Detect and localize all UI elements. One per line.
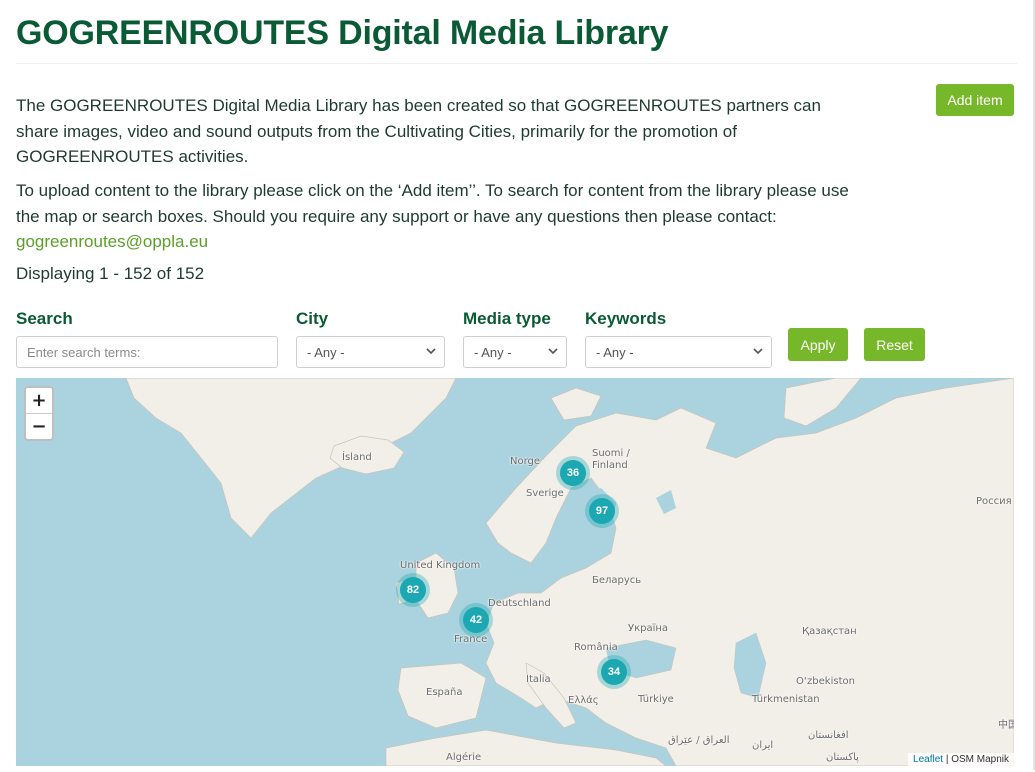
title-divider (16, 63, 1017, 64)
map-label-iran: ایران (752, 740, 774, 751)
map-label-uk: United Kingdom (400, 560, 481, 571)
map-cluster-marker[interactable]: 42 (463, 607, 489, 633)
add-item-button[interactable]: Add item (936, 84, 1014, 116)
map-label-romania: România (574, 642, 618, 653)
zoom-out-button[interactable]: − (26, 413, 52, 439)
media-type-label: Media type (463, 309, 551, 328)
map-label-belarus: Беларусь (592, 575, 642, 586)
chevron-down-icon (548, 348, 558, 355)
map-label-ukraina: Україна (628, 623, 669, 634)
search-placeholder: Enter search terms: (27, 344, 141, 360)
media-type-select[interactable]: - Any - (463, 336, 567, 368)
map-label-iraq: العراق / عێراق (668, 735, 730, 746)
city-label: City (296, 309, 329, 328)
leaflet-link[interactable]: Leaflet (913, 754, 943, 765)
map-base-layer (16, 378, 1014, 766)
media-type-selected-value: - Any - (474, 344, 512, 360)
map-label-espana: España (426, 687, 463, 698)
map-label-russia: Россия (976, 496, 1012, 507)
search-label: Search (16, 309, 73, 328)
contact-email-link[interactable]: gogreenroutes@oppla.eu (16, 232, 208, 251)
keywords-label: Keywords (585, 309, 667, 328)
city-select[interactable]: - Any - (296, 336, 445, 368)
contact-text: To upload content to the library please … (16, 181, 849, 226)
map-label-island: Ísland (342, 452, 372, 463)
zoom-in-button[interactable]: + (26, 388, 52, 413)
city-selected-value: - Any - (307, 344, 345, 360)
chevron-down-icon (753, 348, 763, 355)
map-label-ozbekiston: O‘zbekiston (796, 676, 855, 687)
map-label-afghanistan: افغانستان (808, 730, 849, 741)
map-label-finland: Finland (592, 460, 628, 471)
map-cluster-marker[interactable]: 97 (589, 498, 615, 524)
map-label-china: 中国 (998, 720, 1014, 731)
map-label-sverige: Sverige (526, 488, 564, 499)
map-label-ellas: Ελλάς (568, 695, 599, 706)
map-cluster-marker[interactable]: 82 (400, 577, 426, 603)
map-label-suomi: Suomi / (592, 448, 630, 459)
results-count: Displaying 1 - 152 of 152 (16, 264, 205, 283)
intro-paragraph: The GOGREENROUTES Digital Media Library … (16, 96, 821, 166)
contact-paragraph: To upload content to the library please … (16, 178, 866, 255)
map-attribution: Leaflet | OSM Mapnik (908, 753, 1014, 766)
keywords-selected-value: - Any - (596, 344, 634, 360)
zoom-control: + − (24, 386, 54, 441)
search-input[interactable]: Enter search terms: (16, 336, 278, 368)
attribution-text: | OSM Mapnik (943, 754, 1009, 765)
map-label-turkmenistan: Türkmenistan (752, 694, 820, 705)
map-cluster-marker[interactable]: 36 (560, 460, 586, 486)
map-label-pakistan: پاکستان (826, 752, 859, 763)
map[interactable]: + − Ísland Norge Suomi / Finland Sverige… (16, 378, 1014, 766)
apply-button[interactable]: Apply (788, 328, 848, 361)
keywords-select[interactable]: - Any - (585, 336, 772, 368)
map-label-turkiye: Türkiye (638, 694, 674, 705)
reset-button[interactable]: Reset (864, 328, 925, 361)
map-label-norge: Norge (510, 456, 541, 467)
map-label-italia: Italia (526, 674, 551, 685)
map-label-algerie: Algérie (446, 752, 482, 763)
chevron-down-icon (426, 348, 436, 355)
map-label-france: France (454, 634, 488, 645)
map-cluster-marker[interactable]: 34 (601, 659, 627, 685)
map-label-deutschland: Deutschland (488, 598, 551, 609)
page-title: GOGREENROUTES Digital Media Library (16, 14, 669, 52)
map-label-kazakhstan: Қазақстан (802, 626, 857, 637)
